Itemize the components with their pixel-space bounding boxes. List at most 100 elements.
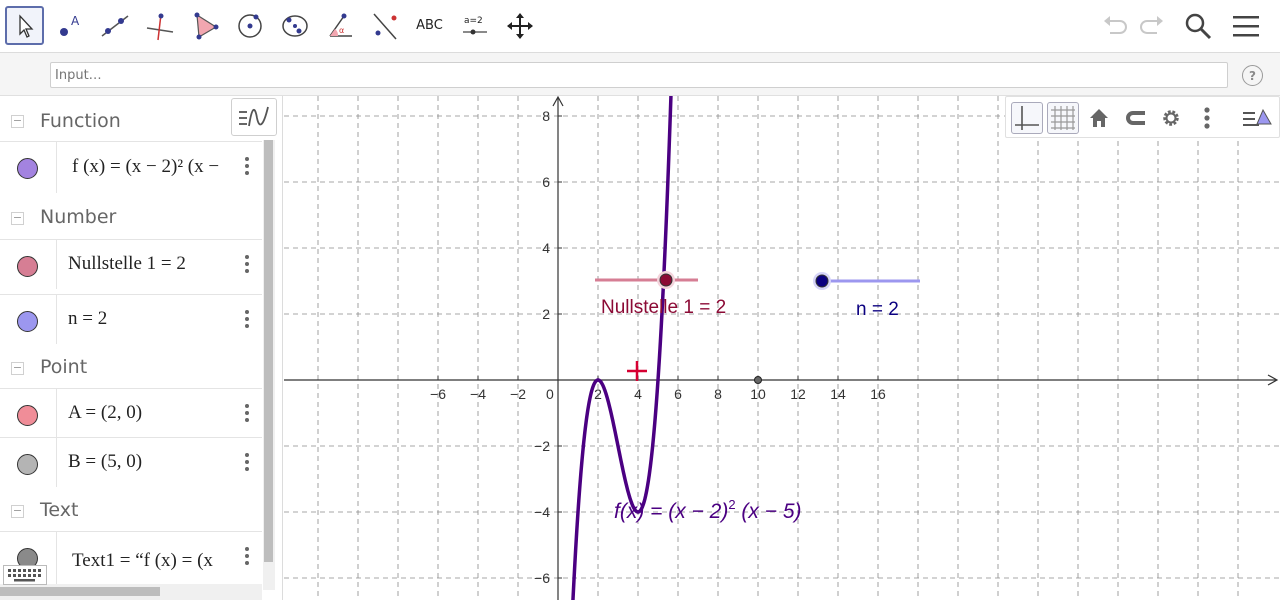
snapping-button[interactable] (1119, 102, 1151, 134)
group-title: Number (40, 206, 117, 228)
y-tick-label: −4 (534, 504, 550, 520)
y-tick-label: 2 (542, 306, 550, 322)
group-header-number: − Number (0, 193, 262, 241)
row-text: B = (5, 0) (68, 451, 143, 472)
slider-nullstelle-label: Nullstelle 1 = 2 (601, 297, 726, 318)
more-options-icon[interactable] (240, 545, 254, 569)
perpendicular-tool-button[interactable] (140, 6, 179, 45)
algebra-row-n[interactable]: n = 2 (0, 294, 262, 344)
row-marker (0, 295, 57, 344)
svg-text:α: α (339, 26, 344, 35)
graphics-canvas[interactable]: −6 −4 −2 0 2 4 6 8 10 12 14 16 8 6 4 2 −2 −4 −6 Nullstelle… (284, 74, 1280, 600)
row-text: Nullstelle 1 = 2 (68, 253, 186, 274)
svg-text:a=2: a=2 (464, 16, 483, 26)
toggle-grid-button[interactable] (1047, 102, 1079, 134)
gear-icon (1163, 110, 1179, 126)
line-tool-button[interactable] (95, 6, 134, 45)
x-tick-label: 10 (750, 386, 766, 402)
redo-icon[interactable] (1136, 10, 1168, 42)
move-tool-button[interactable] (5, 6, 44, 45)
horizontal-scrollbar-thumb[interactable] (0, 587, 160, 596)
graphics-style-menu-button[interactable] (1240, 102, 1276, 134)
settings-button[interactable] (1155, 102, 1187, 134)
group-header-function: − Function (0, 96, 262, 144)
algebra-row-point-a[interactable]: A = (2, 0) (0, 388, 262, 438)
algebra-row-nullstelle[interactable]: Nullstelle 1 = 2 (0, 239, 262, 289)
toggle-axes-button[interactable] (1011, 102, 1043, 134)
slider-n-label: n = 2 (856, 299, 899, 320)
home-icon (1090, 109, 1108, 127)
conic-tool-button[interactable] (275, 6, 314, 45)
help-icon[interactable]: ? (1242, 65, 1263, 86)
cursor-arrow-icon (18, 13, 33, 38)
y-tick-label: 6 (542, 174, 550, 190)
text-tool-button[interactable]: ABC (410, 6, 449, 45)
move-graphics-tool-button[interactable] (500, 6, 539, 45)
more-options-icon[interactable] (240, 155, 254, 179)
slider-nullstelle-handle[interactable] (659, 273, 673, 287)
point-a[interactable] (627, 361, 647, 381)
group-title: Point (40, 356, 88, 378)
toolbar: A α ABC a=2 (0, 0, 1280, 53)
function-text: f(x) = (x − 2)2 (x − 5) (614, 497, 802, 523)
visibility-toggle[interactable] (17, 158, 38, 179)
point-icon: A (59, 14, 80, 36)
group-title: Function (40, 110, 121, 132)
row-marker (0, 240, 57, 289)
x-tick-label: 4 (634, 386, 642, 402)
visibility-toggle[interactable] (17, 454, 38, 475)
visibility-toggle[interactable] (17, 405, 38, 426)
ellipse-icon (281, 14, 308, 37)
angle-icon: α (328, 13, 352, 37)
vertical-scrollbar-thumb[interactable] (264, 140, 273, 562)
x-tick-label: 12 (790, 386, 806, 402)
line-icon (101, 14, 128, 37)
point-b[interactable] (754, 376, 762, 384)
visibility-toggle[interactable] (17, 256, 38, 277)
more-options-icon[interactable] (240, 253, 254, 277)
function-curve[interactable] (571, 74, 674, 600)
algebra-view: − Function f (x) = (x − 2)² (x − − Numbe… (0, 96, 283, 600)
kebab-icon (1204, 107, 1210, 129)
home-view-button[interactable] (1083, 102, 1115, 134)
visibility-toggle[interactable] (17, 311, 38, 332)
x-tick-label: 8 (714, 386, 722, 402)
x-tick-label: 2 (594, 386, 602, 402)
slider-n-handle[interactable] (815, 274, 829, 288)
x-tick-label: −2 (510, 386, 526, 402)
text-icon: ABC (416, 18, 443, 33)
algebra-style-icon (239, 106, 269, 127)
graphics-view[interactable]: −6 −4 −2 0 2 4 6 8 10 12 14 16 8 6 4 2 −2 −4 −6 Nullstelle… (284, 74, 1280, 600)
circle-tool-button[interactable] (230, 6, 269, 45)
reflect-icon (372, 13, 397, 39)
more-options-icon[interactable] (240, 451, 254, 475)
reflect-tool-button[interactable] (365, 6, 404, 45)
more-options-icon[interactable] (240, 308, 254, 332)
angle-tool-button[interactable]: α (320, 6, 359, 45)
point-tool-button[interactable]: A (50, 6, 89, 45)
algebra-style-button[interactable] (231, 98, 277, 136)
row-marker (0, 438, 57, 487)
more-options-icon[interactable] (240, 402, 254, 426)
collapse-icon[interactable]: − (11, 115, 24, 128)
collapse-icon[interactable]: − (11, 362, 24, 375)
row-text: A = (2, 0) (68, 402, 143, 423)
algebra-row-function[interactable]: f (x) = (x − 2)² (x − (0, 141, 262, 193)
x-tick-label: −6 (430, 386, 446, 402)
algebra-row-point-b[interactable]: B = (5, 0) (0, 437, 262, 487)
polygon-icon (194, 12, 218, 39)
input-field[interactable] (50, 62, 1228, 88)
keyboard-button[interactable] (3, 565, 47, 585)
collapse-icon[interactable]: − (11, 505, 24, 518)
menu-icon[interactable] (1230, 10, 1262, 42)
circle-icon (237, 13, 262, 38)
more-options-button[interactable] (1191, 102, 1223, 134)
y-tick-label: 4 (542, 240, 550, 256)
row-text: Text1 = “f (x) = (x (72, 550, 213, 571)
slider-tool-button[interactable]: a=2 (455, 6, 494, 45)
search-icon[interactable] (1182, 10, 1214, 42)
undo-icon[interactable] (1099, 10, 1131, 42)
collapse-icon[interactable]: − (11, 212, 24, 225)
polygon-tool-button[interactable] (185, 6, 224, 45)
graphics-style-bar (1005, 96, 1280, 138)
